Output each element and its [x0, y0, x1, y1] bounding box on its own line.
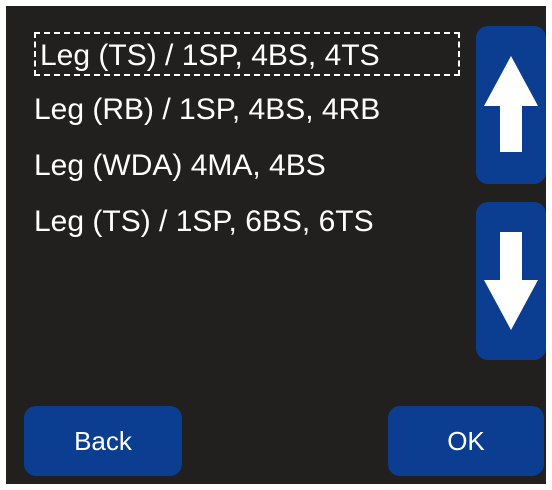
scroll-up-button[interactable] — [476, 26, 546, 184]
arrow-down-icon — [484, 232, 538, 330]
back-button[interactable]: Back — [24, 406, 182, 476]
screen: Leg (TS) / 1SP, 4BS, 4TS Leg (RB) / 1SP,… — [6, 6, 546, 484]
scroll-down-button[interactable] — [476, 202, 546, 360]
list-item[interactable]: Leg (RB) / 1SP, 4BS, 4RB — [34, 88, 380, 132]
list-item-selected[interactable]: Leg (TS) / 1SP, 4BS, 4TS — [34, 32, 460, 76]
arrow-up-icon — [484, 56, 538, 152]
ok-button[interactable]: OK — [388, 406, 544, 476]
list-item[interactable]: Leg (TS) / 1SP, 6BS, 6TS — [34, 200, 374, 244]
list-item[interactable]: Leg (WDA) 4MA, 4BS — [34, 144, 326, 188]
